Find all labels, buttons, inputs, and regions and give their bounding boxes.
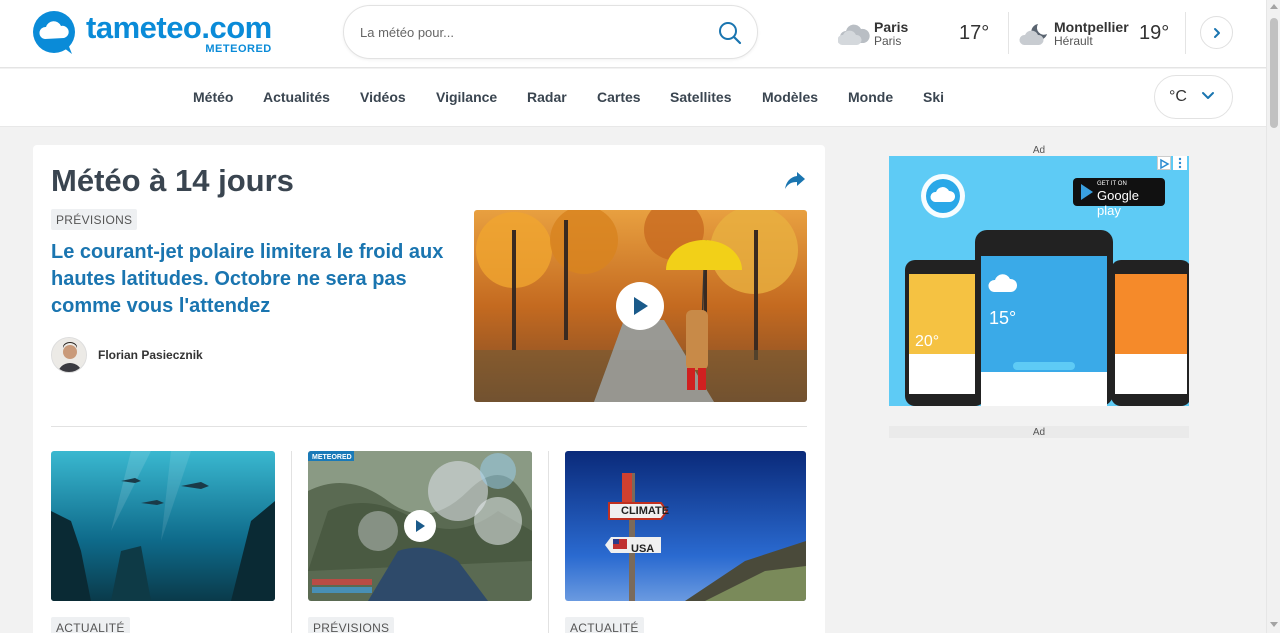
nav-item-vigilance[interactable]: Vigilance (436, 89, 497, 105)
site-logo[interactable]: tameteo.com METEORED (32, 10, 272, 56)
share-icon[interactable] (784, 170, 806, 190)
next-cities-button[interactable] (1200, 16, 1233, 49)
city-name: Paris (874, 19, 909, 36)
section-divider (51, 426, 807, 427)
category-tag[interactable]: ACTUALITÉ (51, 617, 130, 633)
chevron-right-icon (1213, 27, 1220, 38)
play-icon (416, 520, 425, 532)
logo-wordmark: tameteo.com (86, 9, 272, 45)
video-badge: METEORED (312, 454, 352, 461)
article-thumbnail[interactable] (51, 451, 275, 601)
nav-item-modeles[interactable]: Modèles (762, 89, 818, 105)
moon-cloud-icon (1018, 21, 1050, 47)
category-tag[interactable]: ACTUALITÉ (565, 617, 644, 633)
city-region: Hérault (1054, 34, 1093, 49)
ad-choices-icon[interactable] (1157, 156, 1171, 170)
column-divider (548, 451, 549, 633)
column-divider (291, 451, 292, 633)
header-divider (1008, 12, 1009, 54)
scroll-thumb[interactable] (1270, 18, 1278, 128)
city-region: Paris (874, 34, 902, 49)
nav-item-ski[interactable]: Ski (923, 89, 944, 105)
nav-item-videos[interactable]: Vidéos (360, 89, 406, 105)
avatar (51, 337, 87, 373)
unit-label: °C (1169, 88, 1187, 105)
search-input[interactable] (360, 20, 700, 44)
logo-cloud-icon (32, 10, 78, 56)
featured-headline-link[interactable]: Le courant-jet polaire limitera le froid… (51, 239, 461, 320)
store-small-text: GET IT ON (1097, 181, 1127, 187)
nav-item-actualites[interactable]: Actualités (263, 89, 330, 105)
climate-usa-signpost-image (565, 451, 806, 601)
play-button[interactable] (616, 282, 664, 330)
nav-item-satellites[interactable]: Satellites (670, 89, 731, 105)
ad-menu-icon[interactable] (1173, 156, 1187, 170)
search-icon[interactable] (717, 20, 743, 46)
scroll-up-arrow-icon[interactable] (1270, 4, 1278, 9)
nav-item-radar[interactable]: Radar (527, 89, 567, 105)
underwater-sharks-image (51, 451, 275, 601)
category-tag[interactable]: PRÉVISIONS (51, 209, 138, 230)
header-divider (1185, 12, 1186, 54)
search-box[interactable] (343, 5, 758, 59)
main-nav: Météo Actualités Vidéos Vigilance Radar … (0, 69, 1266, 127)
site-header: tameteo.com METEORED Paris Paris 17° (0, 0, 1266, 68)
store-big-text: Google play (1097, 188, 1139, 218)
cloudy-icon (837, 21, 870, 47)
google-play-badge[interactable]: GET IT ON Google play (1073, 178, 1165, 218)
page-scrollbar[interactable] (1266, 0, 1280, 633)
author-info[interactable]: Florian Pasiecznik (51, 337, 203, 373)
forecast-card: Météo à 14 jours PRÉVISIONS Le courant-j… (33, 145, 825, 633)
sign-climate-text: CLIMATE (621, 505, 670, 517)
city-temperature: 19° (1139, 22, 1170, 44)
city-weather-montpellier[interactable]: Montpellier Hérault 19° (1018, 14, 1178, 54)
nav-item-meteo[interactable]: Météo (193, 89, 233, 105)
scroll-down-arrow-icon[interactable] (1270, 622, 1278, 627)
nav-item-cartes[interactable]: Cartes (597, 89, 641, 105)
city-temperature: 17° (959, 22, 990, 44)
city-name: Montpellier (1054, 19, 1129, 36)
logo-subtitle: METEORED (205, 42, 272, 55)
article-thumbnail[interactable]: CLIMATE USA (565, 451, 806, 601)
ad-label: Ad (1032, 145, 1046, 156)
featured-video-thumbnail[interactable] (474, 210, 807, 402)
category-tag[interactable]: PRÉVISIONS (308, 617, 395, 633)
svg-text:15°: 15° (989, 308, 1016, 328)
ad-banner[interactable]: 15° 20° GET IT ON Google play (889, 156, 1189, 406)
article-video-thumbnail[interactable]: METEORED (308, 451, 532, 601)
author-name: Florian Pasiecznik (98, 348, 203, 362)
city-weather-paris[interactable]: Paris Paris 17° (837, 14, 998, 54)
temperature-unit-select[interactable]: °C (1154, 75, 1233, 119)
svg-text:20°: 20° (915, 333, 939, 350)
page-title: Météo à 14 jours (51, 163, 294, 198)
ad-label: Ad (1032, 427, 1046, 438)
sign-usa-text: USA (631, 543, 655, 555)
nav-item-monde[interactable]: Monde (848, 89, 893, 105)
chevron-down-icon (1202, 92, 1214, 99)
play-icon (634, 297, 648, 315)
play-button[interactable] (404, 510, 436, 542)
